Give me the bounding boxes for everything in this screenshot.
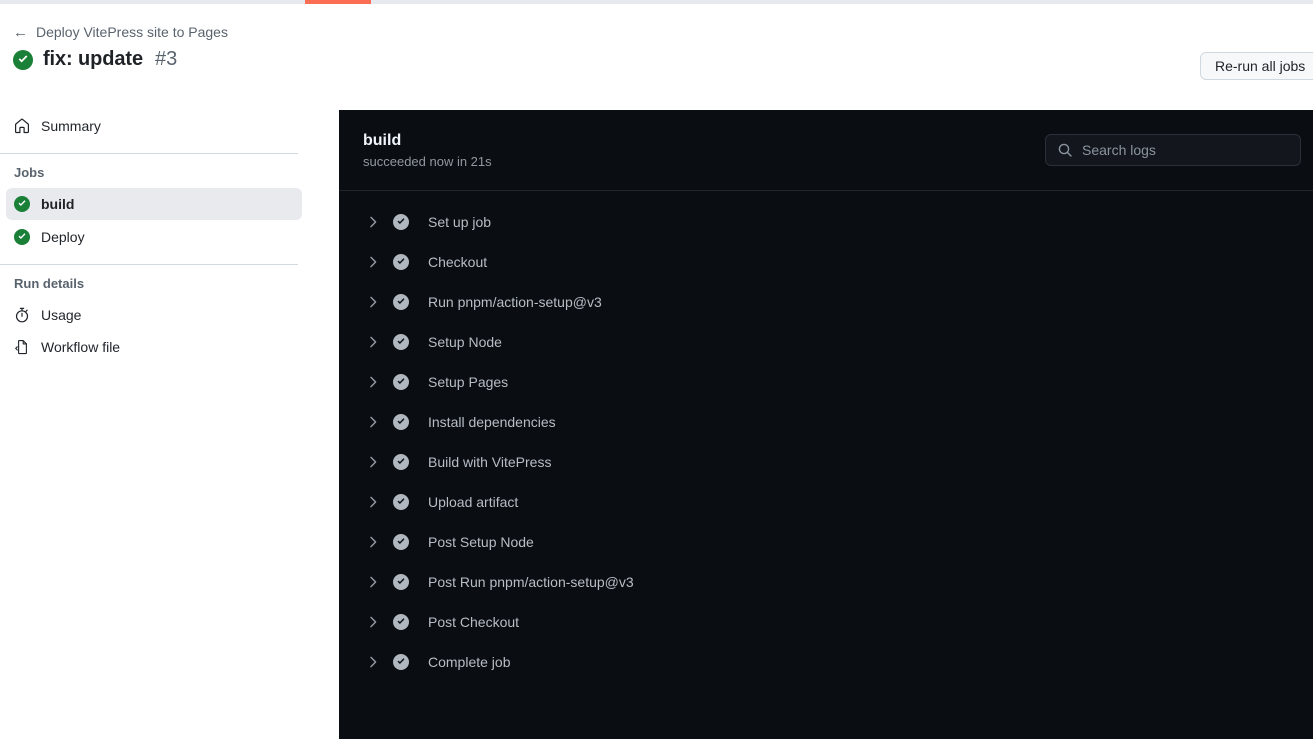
back-arrow-icon: ←: [13, 23, 28, 41]
step-row[interactable]: Upload artifact: [339, 482, 1313, 522]
chevron-right-icon[interactable]: [365, 254, 381, 270]
page-title: fix: update #3: [13, 48, 177, 71]
check-circle-fill-icon: [14, 229, 30, 245]
check-circle-fill-icon: [14, 196, 30, 212]
stopwatch-icon: [15, 307, 29, 323]
sidebar-item-usage-label: Usage: [41, 307, 82, 323]
job-steps-list: Set up job Checkout Run pnpm/action-setu…: [339, 191, 1313, 682]
check-circle-fill-icon: [13, 49, 33, 70]
step-label: Install dependencies: [428, 414, 556, 430]
chevron-right-icon[interactable]: [365, 454, 381, 470]
sidebar-divider-1: [0, 153, 298, 154]
sidebar-item-workflow-file-label: Workflow file: [41, 339, 121, 355]
step-row[interactable]: Post Run pnpm/action-setup@v3: [339, 562, 1313, 602]
step-label: Run pnpm/action-setup@v3: [428, 294, 602, 310]
check-circle-fill-icon: [393, 574, 409, 590]
sidebar-item-usage[interactable]: Usage: [6, 299, 302, 331]
step-row[interactable]: Set up job: [339, 202, 1313, 242]
sidebar-item-job-deploy[interactable]: Deploy: [6, 221, 302, 253]
step-label: Build with VitePress: [428, 454, 552, 470]
sidebar-item-job-build-label: build: [41, 196, 75, 212]
job-name: build: [363, 132, 402, 149]
step-label: Setup Pages: [428, 374, 509, 390]
chevron-right-icon[interactable]: [365, 334, 381, 350]
chevron-right-icon[interactable]: [365, 214, 381, 230]
workflow-file-icon: [15, 340, 27, 355]
step-label: Post Run pnpm/action-setup@v3: [428, 574, 634, 590]
step-label: Post Setup Node: [428, 534, 534, 550]
rerun-all-jobs-button[interactable]: Re-run all jobs: [1200, 52, 1313, 80]
check-circle-fill-icon: [393, 654, 409, 670]
check-circle-fill-icon: [393, 614, 409, 630]
sidebar-item-summary[interactable]: Summary: [6, 110, 302, 142]
step-row[interactable]: Install dependencies: [339, 402, 1313, 442]
check-circle-fill-icon: [393, 414, 409, 430]
job-log-panel: build succeeded now in 21s Set up job: [339, 110, 1313, 739]
check-circle-fill-icon: [393, 214, 409, 230]
run-header: ← Deploy VitePress site to Pages fix: up…: [0, 4, 1313, 90]
sidebar-run-details-heading: Run details: [14, 276, 85, 291]
step-row[interactable]: Complete job: [339, 642, 1313, 682]
step-label: Setup Node: [428, 334, 502, 350]
step-row[interactable]: Post Checkout: [339, 602, 1313, 642]
sidebar-item-summary-label: Summary: [41, 118, 101, 134]
check-circle-fill-icon: [393, 334, 409, 350]
check-circle-fill-icon: [393, 294, 409, 310]
sidebar-item-job-build[interactable]: build: [6, 188, 302, 220]
run-number: #3: [155, 48, 178, 70]
chevron-right-icon[interactable]: [365, 374, 381, 390]
breadcrumb-back-link[interactable]: ← Deploy VitePress site to Pages: [13, 24, 228, 40]
chevron-right-icon[interactable]: [365, 494, 381, 510]
run-title-text: fix: update: [43, 48, 144, 70]
chevron-right-icon[interactable]: [365, 574, 381, 590]
step-row[interactable]: Run pnpm/action-setup@v3: [339, 282, 1313, 322]
check-circle-fill-icon: [393, 254, 409, 270]
sidebar-jobs-list: build Deploy: [0, 188, 312, 253]
chevron-right-icon[interactable]: [365, 654, 381, 670]
step-row[interactable]: Post Setup Node: [339, 522, 1313, 562]
check-circle-fill-icon: [393, 534, 409, 550]
chevron-right-icon[interactable]: [365, 294, 381, 310]
sidebar-divider-2: [0, 264, 298, 265]
job-status-text: succeeded now in 21s: [363, 154, 492, 169]
check-circle-fill-icon: [393, 374, 409, 390]
sidebar-item-job-deploy-label: Deploy: [41, 229, 85, 245]
chevron-right-icon[interactable]: [365, 414, 381, 430]
search-icon: [1058, 143, 1072, 157]
sidebar-item-workflow-file[interactable]: Workflow file: [6, 331, 302, 363]
step-row[interactable]: Checkout: [339, 242, 1313, 282]
search-logs-input[interactable]: [1082, 142, 1289, 158]
step-label: Set up job: [428, 214, 492, 230]
step-label: Checkout: [428, 254, 488, 270]
step-label: Upload artifact: [428, 494, 519, 510]
job-log-header: build succeeded now in 21s: [339, 110, 1313, 191]
step-label: Post Checkout: [428, 614, 520, 630]
step-row[interactable]: Setup Pages: [339, 362, 1313, 402]
breadcrumb-workflow-name: Deploy VitePress site to Pages: [36, 24, 228, 40]
step-row[interactable]: Setup Node: [339, 322, 1313, 362]
run-sidebar: Summary Jobs build Deploy Run details Us…: [0, 104, 312, 739]
step-label: Complete job: [428, 654, 511, 670]
home-icon: [15, 118, 29, 134]
sidebar-jobs-heading: Jobs: [14, 165, 45, 180]
sidebar-run-details-list: Usage Workflow file: [0, 299, 312, 363]
chevron-right-icon[interactable]: [365, 534, 381, 550]
rerun-all-jobs-label: Re-run all jobs: [1215, 58, 1306, 74]
search-logs-box[interactable]: [1045, 134, 1301, 166]
step-row[interactable]: Build with VitePress: [339, 442, 1313, 482]
chevron-right-icon[interactable]: [365, 614, 381, 630]
check-circle-fill-icon: [393, 494, 409, 510]
check-circle-fill-icon: [393, 454, 409, 470]
